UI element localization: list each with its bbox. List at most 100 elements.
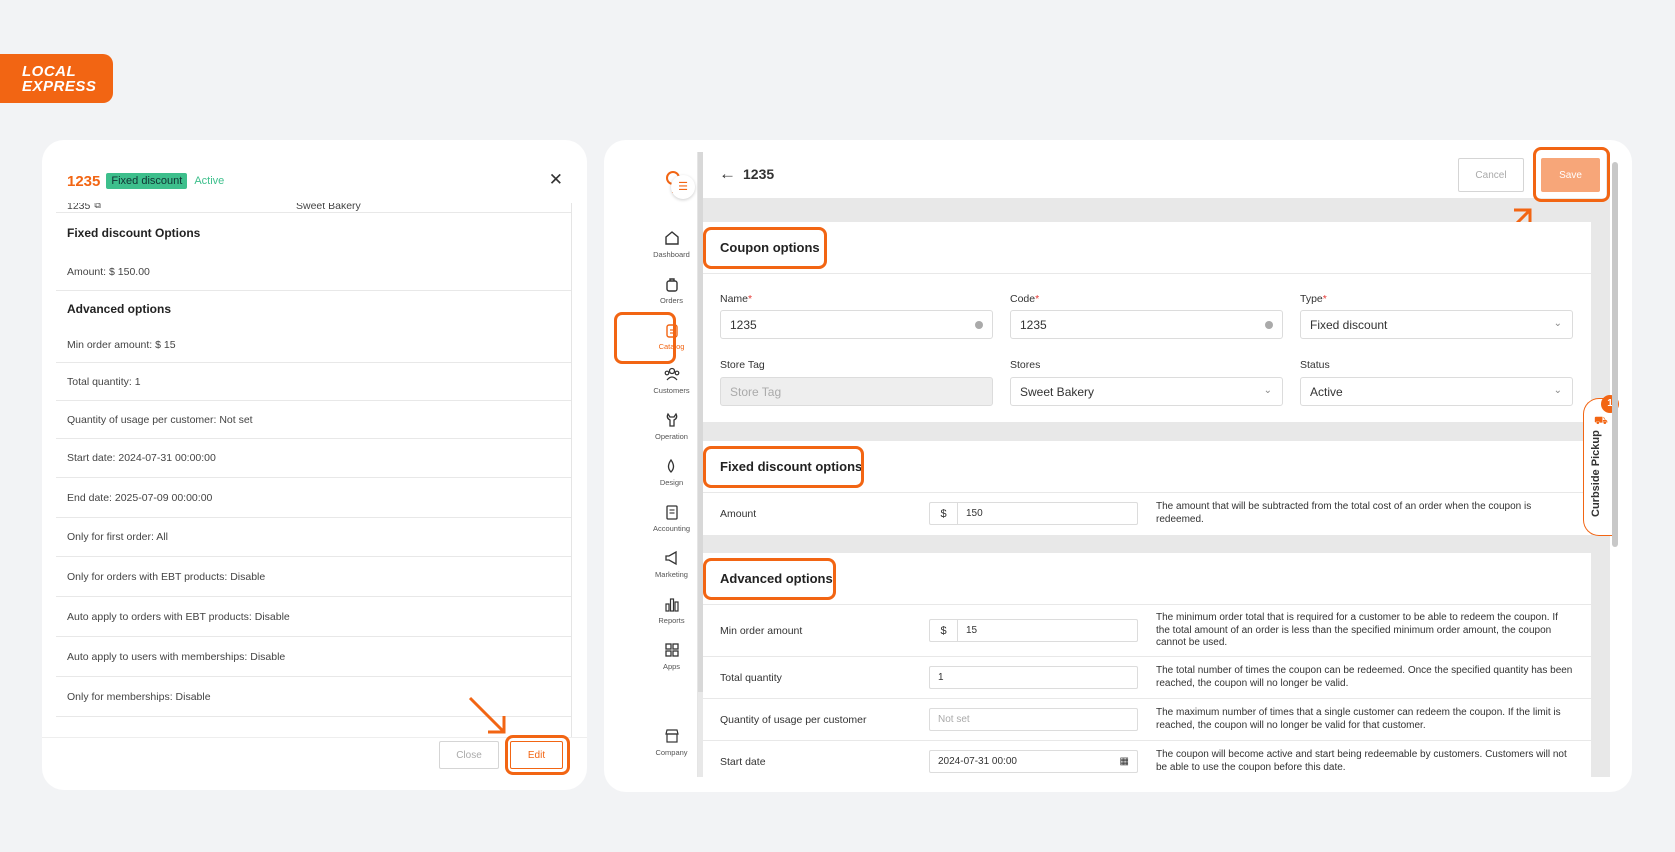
menu-toggle-icon[interactable]: ☰ (671, 175, 695, 199)
copy-icon[interactable]: ⧉ (94, 203, 100, 211)
edit-highlight (505, 735, 570, 775)
sidebar-item-operation[interactable]: Operation (645, 412, 698, 441)
store-tag-field: Store Tag (720, 377, 993, 406)
currency-symbol: $ (930, 620, 958, 641)
users-icon (664, 367, 679, 381)
back-arrow-icon[interactable]: ← (719, 164, 736, 184)
cancel-button[interactable]: Cancel (1458, 158, 1524, 192)
receipt-icon (665, 505, 678, 520)
section-title: Fixed discount Options (67, 226, 201, 240)
save-highlight (1533, 147, 1610, 202)
sidebar: Dashboard Orders Catalog Customers Opera… (645, 152, 698, 777)
sidebar-item-label: Operation (655, 432, 688, 441)
amount-label: Amount (720, 508, 757, 520)
home-icon (664, 231, 679, 245)
stores-select[interactable]: Sweet Bakery ⌄ (1010, 377, 1283, 406)
min-order-label: Min order amount (720, 625, 803, 637)
list-item: Auto apply to orders with EBT products: … (56, 597, 571, 637)
type-value: Fixed discount (1310, 317, 1388, 332)
coupon-details-panel: 1235 Fixed discount Active ✕ 1235 ⧉ Swee… (42, 140, 587, 790)
sidebar-item-label: Design (659, 478, 684, 487)
list-item: Quantity of usage per customer: Not set (56, 401, 571, 439)
panel-header: 1235 Fixed discount Active ✕ (67, 170, 567, 192)
clear-icon[interactable] (1265, 321, 1273, 329)
bar-chart-icon (664, 598, 679, 612)
curbside-label: Curbside Pickup (1590, 430, 1602, 517)
usage-per-customer-description: The maximum number of times that a singl… (1156, 707, 1561, 731)
list-item: Amount: $ 150.00 (56, 253, 571, 291)
min-order-input[interactable]: $ 15 (929, 619, 1138, 642)
currency-symbol: $ (930, 503, 958, 524)
drops-icon (667, 458, 674, 473)
amount-row: Amount $ 150 The amount that will be sub… (703, 493, 1591, 535)
fixed-discount-highlight (703, 446, 864, 488)
list-item: End date: 2025-07-09 00:00:00 (56, 478, 571, 518)
type-select[interactable]: Fixed discount ⌄ (1300, 310, 1573, 339)
list-item: Start date: 2024-07-31 00:00:00 (56, 439, 571, 478)
sidebar-item-company[interactable]: Company (645, 728, 698, 757)
main-scrollbar[interactable] (1612, 162, 1618, 547)
sidebar-item-apps[interactable]: Apps (645, 642, 698, 671)
start-date-description: The coupon will become active and start … (1156, 749, 1567, 773)
chevron-down-icon: ⌄ (1553, 318, 1562, 329)
sidebar-item-dashboard[interactable]: Dashboard (645, 230, 698, 259)
sidebar-item-label: Accounting (652, 524, 691, 533)
chevron-down-icon: ⌄ (1263, 385, 1272, 396)
code-label: Code* (1010, 293, 1040, 305)
close-button[interactable]: Close (439, 741, 499, 769)
close-icon[interactable]: ✕ (549, 170, 563, 190)
details-list[interactable]: 1235 ⧉ Sweet Bakery Fixed discount Optio… (56, 203, 572, 738)
sidebar-item-orders[interactable]: Orders (645, 276, 698, 305)
status-badge: Active (194, 175, 225, 187)
total-quantity-description: The total number of times the coupon can… (1156, 665, 1573, 689)
list-item: Only for orders with EBT products: Disab… (56, 557, 571, 597)
start-date-label: Start date (720, 756, 766, 768)
list-item: Total quantity: 1 (56, 363, 571, 401)
sidebar-item-label: Company (655, 748, 688, 757)
page-title: 1235 (743, 166, 775, 182)
sidebar-item-marketing[interactable]: Marketing (645, 550, 698, 579)
store-tag-placeholder: Store Tag (730, 384, 782, 399)
total-quantity-row: Total quantity 1 The total number of tim… (703, 657, 1591, 699)
megaphone-icon (664, 550, 677, 566)
sidebar-item-reports[interactable]: Reports (645, 596, 698, 625)
status-select[interactable]: Active ⌄ (1300, 377, 1573, 406)
list-item: Min order amount: $ 15 (56, 327, 571, 363)
list-item: Auto apply to users with memberships: Di… (56, 637, 571, 677)
arrow-to-edit-icon (468, 696, 506, 734)
sidebar-item-label: Marketing (655, 570, 688, 579)
status-label: Status (1300, 359, 1330, 371)
partial-store: Sweet Bakery (296, 203, 361, 212)
bag-icon (665, 278, 678, 292)
section-title: Advanced options (67, 302, 172, 316)
catalog-highlight (614, 312, 676, 364)
advanced-options-section: Advanced options Min order amount $ 15 T… (703, 553, 1591, 777)
name-label: Name* (720, 293, 753, 305)
total-quantity-label: Total quantity (720, 672, 782, 684)
name-field[interactable]: 1235 (720, 310, 993, 339)
usage-per-customer-input[interactable]: Not set (929, 708, 1138, 731)
start-date-input[interactable]: 2024-07-31 00:00 ▦ (929, 750, 1138, 773)
sidebar-item-customers[interactable]: Customers (645, 366, 698, 395)
sidebar-item-accounting[interactable]: Accounting (645, 504, 698, 533)
code-field[interactable]: 1235 (1010, 310, 1283, 339)
stores-value: Sweet Bakery (1020, 384, 1095, 399)
store-tag-label: Store Tag (720, 359, 765, 371)
usage-per-customer-row: Quantity of usage per customer Not set T… (703, 699, 1591, 741)
coupon-code-title: 1235 (67, 172, 101, 190)
sidebar-item-label: Dashboard (653, 250, 690, 259)
total-quantity-input[interactable]: 1 (929, 666, 1138, 689)
amount-input[interactable]: $ 150 (929, 502, 1138, 525)
calendar-icon[interactable]: ▦ (1120, 756, 1129, 767)
name-value: 1235 (730, 317, 757, 332)
code-value: 1235 (1020, 317, 1047, 332)
usage-per-customer-placeholder: Not set (938, 714, 970, 725)
sidebar-item-label: Orders (660, 296, 683, 305)
sidebar-item-label: Apps (662, 662, 681, 671)
clear-icon[interactable] (975, 321, 983, 329)
status-value: Active (1310, 384, 1343, 399)
advanced-options-highlight (703, 558, 836, 600)
min-order-row: Min order amount $ 15 The minimum order … (703, 605, 1591, 657)
amount-description: The amount that will be subtracted from … (1156, 501, 1532, 525)
sidebar-item-design[interactable]: Design (645, 458, 698, 487)
